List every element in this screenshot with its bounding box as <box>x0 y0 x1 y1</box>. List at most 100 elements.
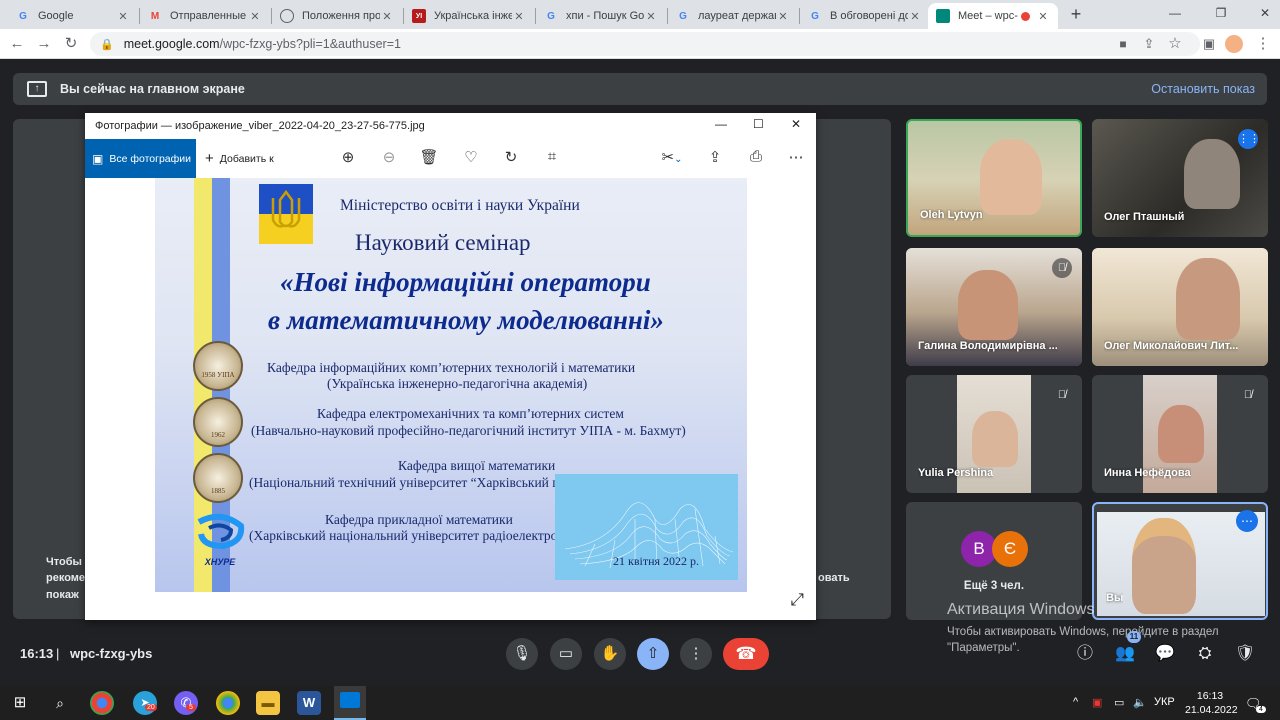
close-window-icon[interactable]: ✕ <box>791 117 801 131</box>
slide-seminar-heading: Науковий семінар <box>355 230 531 255</box>
meeting-details-icon[interactable]: ⓘ <box>1073 642 1097 666</box>
tab-google[interactable]: G Google ✕ <box>8 3 138 29</box>
forward-icon[interactable]: → <box>33 33 55 55</box>
chrome-app-icon[interactable] <box>90 691 114 715</box>
close-window-icon[interactable]: ✕ <box>1252 2 1278 24</box>
tab-uipa[interactable]: УІ Українська інже ✕ <box>404 3 534 29</box>
reload-icon[interactable]: ↻ <box>60 33 82 55</box>
share-icon[interactable]: ⇪ <box>1138 33 1160 55</box>
presenting-banner: ↑ Вы сейчас на главном экране Остановить… <box>13 73 1267 105</box>
participant-tile[interactable]: Oleh Lytvyn <box>906 119 1082 237</box>
more-options-button[interactable]: ⋮ <box>680 638 712 670</box>
participant-tile[interactable]: 🎙̸ Yulia Pershina <box>906 375 1082 493</box>
windows-taskbar: ⊞ ⌕ ➤ 20 ✆ 5 ▬ W ^ ▣ ▭ 🔈 УКР 16:13 21.04… <box>0 686 1280 720</box>
participant-tile[interactable]: 🎙̸ Галина Володимирівна ... <box>906 248 1082 366</box>
meeting-time: 16:13 <box>20 646 54 661</box>
raise-hand-button[interactable]: ✋ <box>594 638 626 670</box>
present-now-button[interactable]: ⇧ <box>637 638 669 670</box>
tab-title: Google <box>38 10 74 22</box>
photos-taskbar-button[interactable] <box>334 686 366 720</box>
back-icon[interactable]: ← <box>6 33 28 55</box>
taskbar-date: 21.04.2022 <box>1185 704 1238 716</box>
windows-start-icon[interactable]: ⊞ <box>8 691 32 715</box>
tab-laureat[interactable]: G лауреат держав ✕ <box>668 3 798 29</box>
rotate-icon[interactable]: ↻ <box>500 148 522 166</box>
activities-icon[interactable]: ⛭ <box>1193 642 1217 666</box>
search-icon[interactable]: ⌕ <box>48 691 72 715</box>
all-photos-button[interactable]: ▣ Все фотографии <box>85 139 196 178</box>
antivirus-tray-icon[interactable]: ▣ <box>1092 696 1102 709</box>
expand-fullscreen-icon[interactable]: ⤢ <box>790 590 804 610</box>
add-to-label: Добавить к <box>219 152 274 165</box>
tab-polozhennia[interactable]: Положення про ✕ <box>272 3 402 29</box>
tab-obhovorenni[interactable]: G В обговорені до ✕ <box>800 3 930 29</box>
address-bar[interactable]: 🔒 meet.google.com/wpc-fzxg-ybs?pli=1&aut… <box>90 32 1200 56</box>
profile-avatar[interactable] <box>1225 35 1243 53</box>
close-tab-icon[interactable]: ✕ <box>248 10 262 23</box>
close-tab-icon[interactable]: ✕ <box>380 10 394 23</box>
favorite-heart-icon[interactable]: ♡ <box>460 148 482 166</box>
hang-up-icon: ☎ <box>735 644 757 663</box>
photos-toolbar: ▣ Все фотографии + Добавить к ⊕ ⊖ 🗑 ♡ ↻ … <box>85 139 816 178</box>
close-tab-icon[interactable]: ✕ <box>776 10 790 23</box>
host-controls-icon[interactable]: 🛡 <box>1233 642 1257 666</box>
add-to-button[interactable]: + Добавить к <box>205 150 274 167</box>
microphone-button[interactable]: 🎙 <box>506 638 538 670</box>
more-options-icon[interactable]: ⋯ <box>785 148 807 166</box>
minimize-icon[interactable]: — <box>715 117 727 131</box>
maximize-icon[interactable]: ❐ <box>1208 2 1234 24</box>
side-panel-icon[interactable]: ▣ <box>1198 33 1220 55</box>
participant-tile[interactable]: Олег Миколайович Лит... <box>1092 248 1268 366</box>
network-tray-icon[interactable]: ▭ <box>1114 696 1124 709</box>
leave-call-button[interactable]: ☎ <box>723 638 769 670</box>
tab-title: лауреат держав <box>698 10 776 22</box>
zoom-out-icon[interactable]: ⊖ <box>378 148 400 166</box>
print-icon[interactable]: ⎙ <box>745 148 767 165</box>
keyboard-language[interactable]: УКР <box>1154 696 1175 708</box>
tab-strip: G Google ✕ M Отправленные - ✕ Положення … <box>0 0 1280 29</box>
participant-face <box>980 139 1042 215</box>
edit-draw-icon[interactable]: ✂⌄ <box>655 148 689 166</box>
photos-app-icon <box>340 692 360 708</box>
chat-icon[interactable]: 💬 <box>1153 642 1177 666</box>
camera-button[interactable]: ▭ <box>550 638 582 670</box>
zoom-in-icon[interactable]: ⊕ <box>337 148 359 166</box>
tile-options-icon[interactable]: ⋯ <box>1236 510 1258 532</box>
meeting-code: wpc-fzxg-ybs <box>70 646 153 661</box>
new-tab-icon[interactable]: + <box>1066 4 1086 24</box>
self-view-tile[interactable]: ⋯ Вы <box>1092 502 1268 620</box>
bookmark-star-icon[interactable]: ☆ <box>1164 33 1186 55</box>
chrome-profile-app-icon[interactable] <box>216 691 240 715</box>
volume-tray-icon[interactable]: 🔈 <box>1133 696 1147 709</box>
tab-khpi-search[interactable]: G хпи - Пошук Goo ✕ <box>536 3 666 29</box>
share-icon[interactable]: ⇪ <box>704 148 726 166</box>
stop-presenting-button[interactable]: Остановить показ <box>1151 82 1255 96</box>
participant-tile[interactable]: 🎙̸ Инна Нефёдова <box>1092 375 1268 493</box>
tray-overflow-icon[interactable]: ^ <box>1073 696 1078 708</box>
delete-icon[interactable]: 🗑 <box>418 148 440 166</box>
close-tab-icon[interactable]: ✕ <box>908 10 922 23</box>
close-tab-icon[interactable]: ✕ <box>116 10 130 23</box>
taskbar-clock[interactable]: 16:13 21.04.2022 <box>1185 689 1238 717</box>
telegram-app-icon[interactable]: ➤ <box>133 691 157 715</box>
crop-icon[interactable]: ⌗ <box>541 148 563 165</box>
close-tab-icon[interactable]: ✕ <box>512 10 526 23</box>
viber-app-icon[interactable]: ✆ <box>174 691 198 715</box>
camera-icon: ▭ <box>558 645 574 662</box>
file-explorer-icon[interactable]: ▬ <box>256 691 280 715</box>
maximize-icon[interactable]: ☐ <box>753 117 764 131</box>
close-tab-icon[interactable]: ✕ <box>644 10 658 23</box>
browser-menu-icon[interactable]: ⋮ <box>1252 33 1274 55</box>
hand-icon: ✋ <box>600 645 620 662</box>
close-tab-icon[interactable]: ✕ <box>1036 10 1050 23</box>
microphone-icon: 🎙 <box>512 645 532 662</box>
participant-tile[interactable]: ⋮⋮ Олег Пташный <box>1092 119 1268 237</box>
tab-meet[interactable]: Meet – wpc- ✕ <box>928 3 1058 29</box>
khpi-seal: 1885 <box>193 453 243 503</box>
participant-name: Галина Володимирівна ... <box>918 340 1058 352</box>
people-icon[interactable]: 👥 <box>1113 642 1137 666</box>
tab-gmail[interactable]: M Отправленные - ✕ <box>140 3 270 29</box>
word-app-icon[interactable]: W <box>297 691 321 715</box>
camera-in-use-icon[interactable]: ■ <box>1112 33 1134 55</box>
minimize-icon[interactable]: — <box>1162 2 1188 24</box>
